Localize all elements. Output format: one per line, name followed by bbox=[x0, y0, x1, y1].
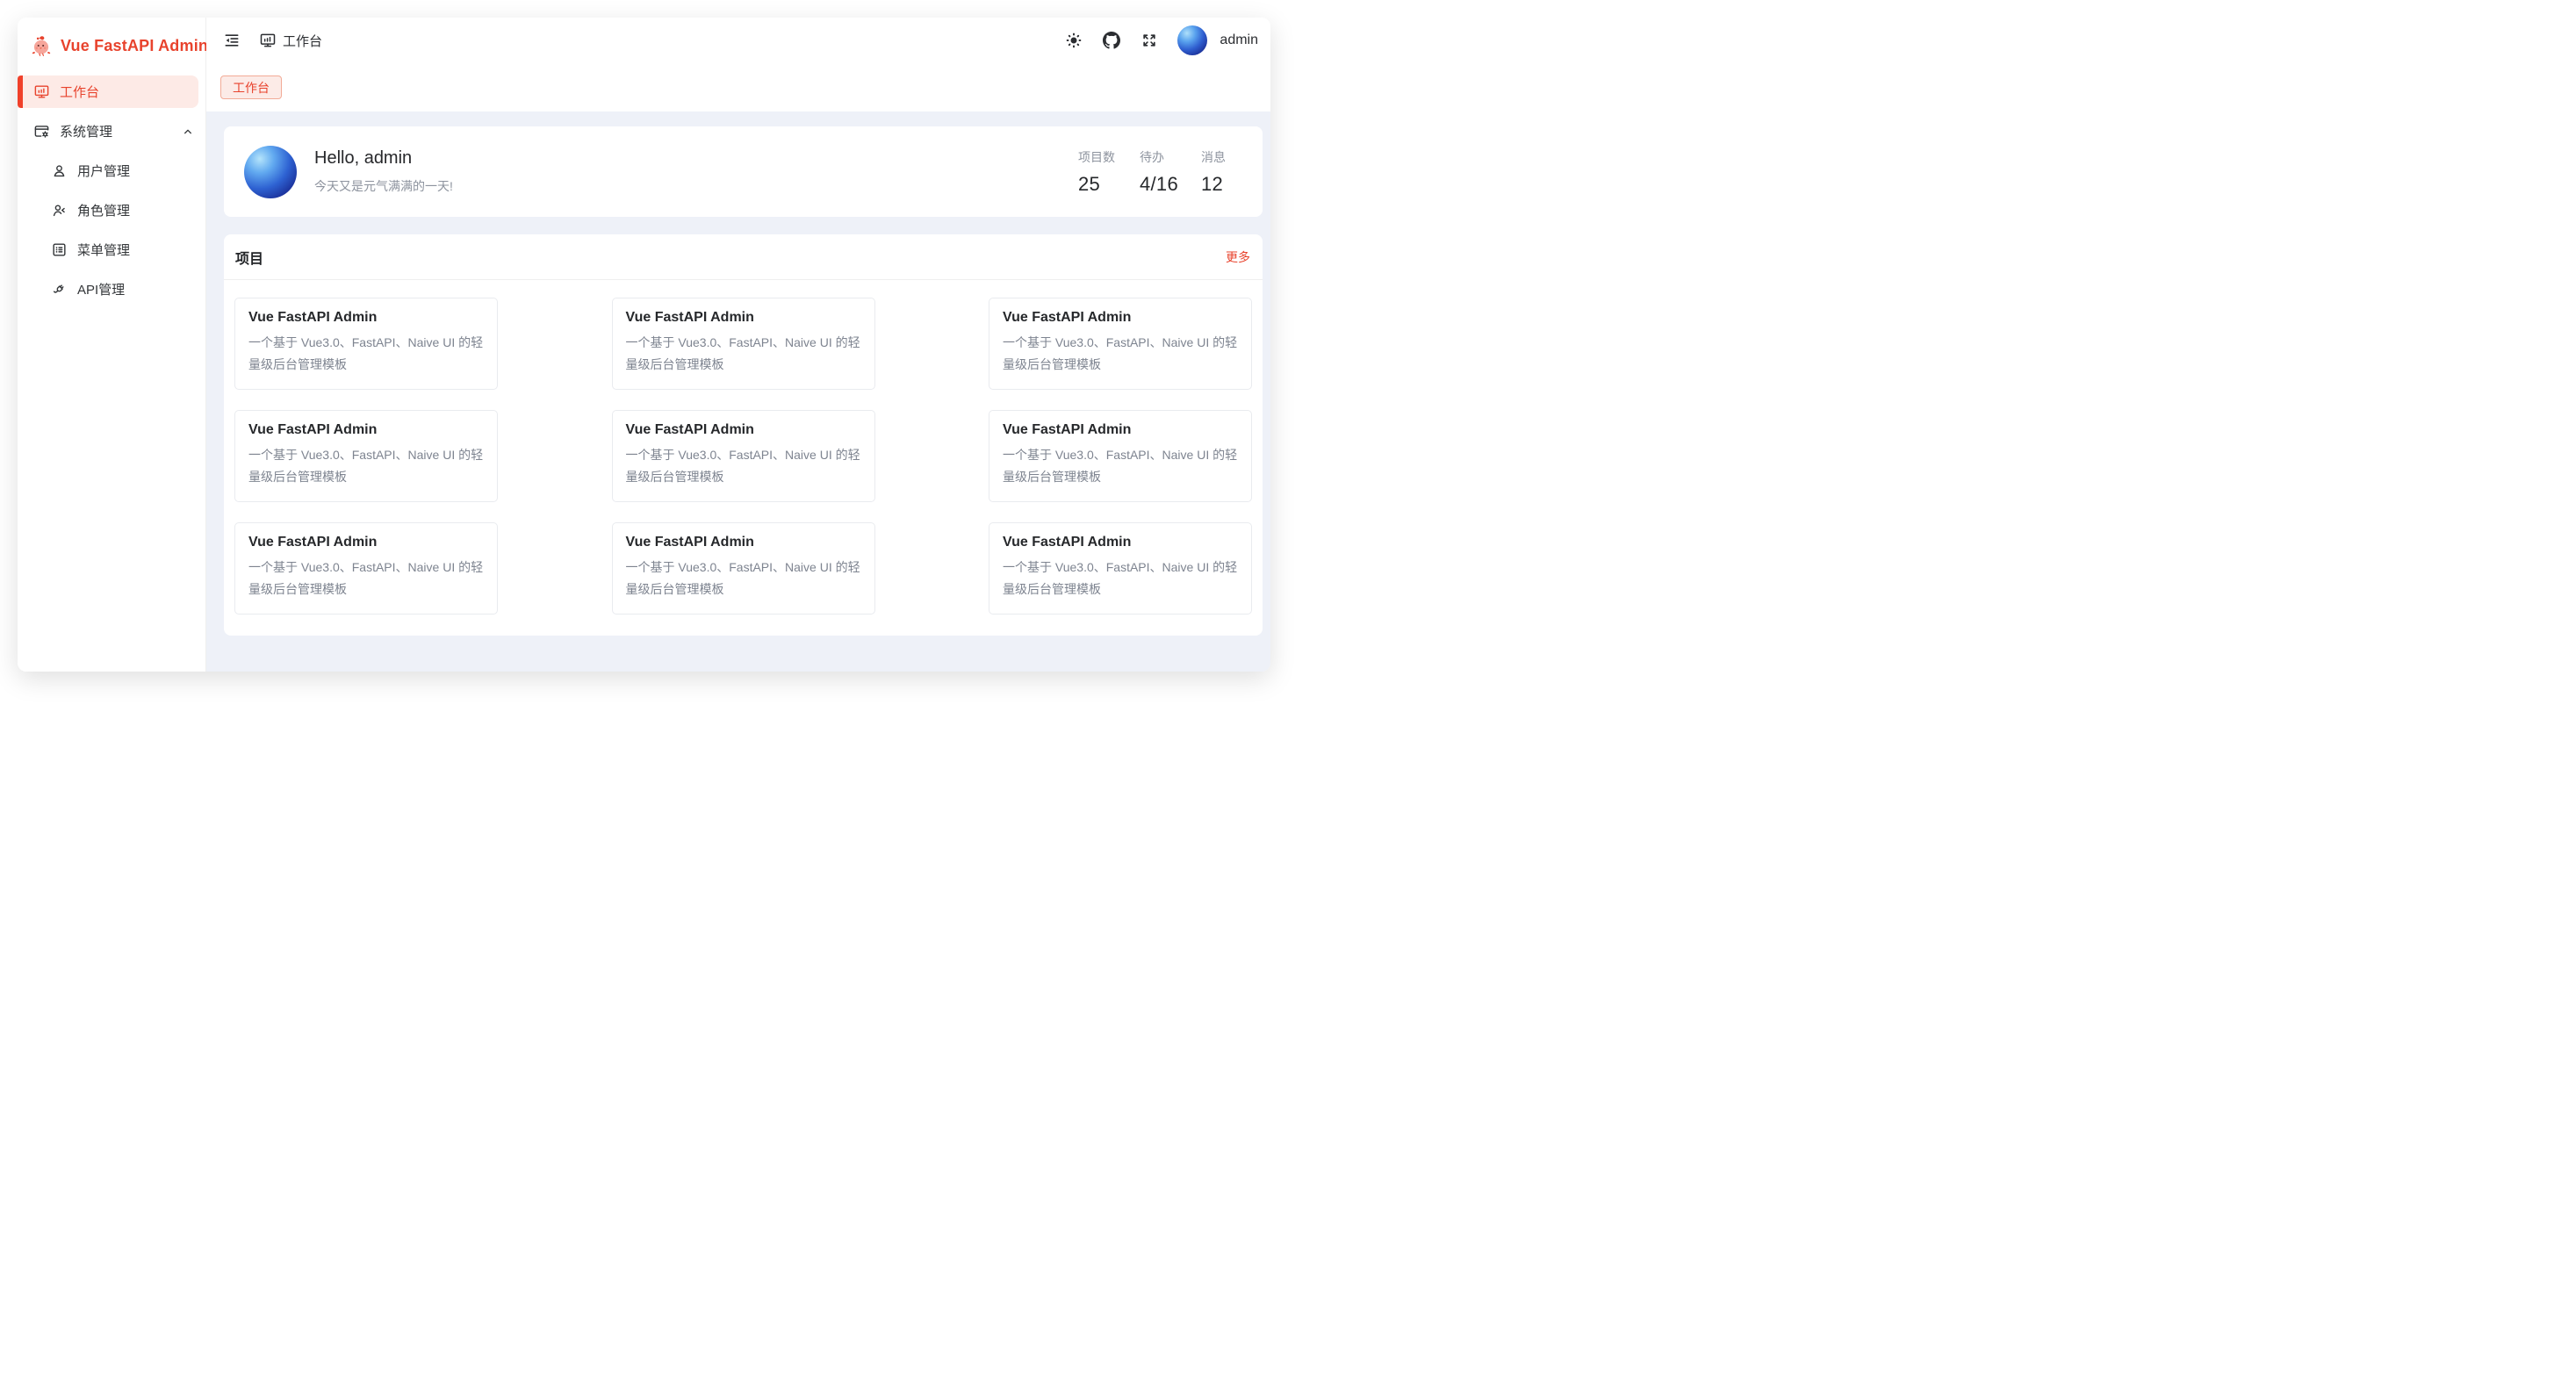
stat-messages: 消息 12 bbox=[1201, 148, 1240, 196]
topbar: 工作台 bbox=[206, 18, 1270, 63]
project-description: 一个基于 Vue3.0、FastAPI、Naive UI 的轻量级后台管理模板 bbox=[248, 444, 484, 488]
tab-workbench[interactable]: 工作台 bbox=[220, 75, 282, 99]
sidebar-item-label: 角色管理 bbox=[77, 201, 195, 219]
sidebar-item-workbench[interactable]: 工作台 bbox=[18, 75, 198, 108]
workbench-icon bbox=[259, 32, 277, 49]
sidebar-item-label: 工作台 bbox=[60, 83, 188, 101]
stat-todo: 待办 4/16 bbox=[1140, 148, 1178, 196]
chevron-up-icon bbox=[181, 125, 195, 139]
project-description: 一个基于 Vue3.0、FastAPI、Naive UI 的轻量级后台管理模板 bbox=[248, 557, 484, 600]
fullscreen-icon[interactable] bbox=[1140, 31, 1159, 50]
stat-label: 待办 bbox=[1140, 148, 1178, 166]
system-settings-icon bbox=[32, 123, 50, 140]
sidebar-item-label: 菜单管理 bbox=[77, 241, 195, 259]
project-description: 一个基于 Vue3.0、FastAPI、Naive UI 的轻量级后台管理模板 bbox=[1003, 444, 1238, 488]
stat-value: 12 bbox=[1201, 173, 1240, 196]
project-card[interactable]: Vue FastAPI Admin 一个基于 Vue3.0、FastAPI、Na… bbox=[234, 522, 498, 615]
stat-label: 项目数 bbox=[1078, 148, 1117, 166]
app-window: Vue FastAPI Admin 工作台 bbox=[18, 18, 1270, 672]
sidebar-item-user-management[interactable]: 用户管理 bbox=[18, 155, 205, 187]
api-plug-icon bbox=[50, 281, 68, 298]
project-card[interactable]: Vue FastAPI Admin 一个基于 Vue3.0、FastAPI、Na… bbox=[612, 522, 875, 615]
project-description: 一个基于 Vue3.0、FastAPI、Naive UI 的轻量级后台管理模板 bbox=[1003, 557, 1238, 600]
project-title: Vue FastAPI Admin bbox=[626, 535, 861, 550]
user-icon bbox=[50, 162, 68, 180]
stat-label: 消息 bbox=[1201, 148, 1240, 166]
project-description: 一个基于 Vue3.0、FastAPI、Naive UI 的轻量级后台管理模板 bbox=[626, 332, 861, 376]
project-description: 一个基于 Vue3.0、FastAPI、Naive UI 的轻量级后台管理模板 bbox=[248, 332, 484, 376]
project-card[interactable]: Vue FastAPI Admin 一个基于 Vue3.0、FastAPI、Na… bbox=[234, 298, 498, 390]
user-avatar bbox=[244, 146, 297, 198]
project-description: 一个基于 Vue3.0、FastAPI、Naive UI 的轻量级后台管理模板 bbox=[626, 444, 861, 488]
project-card[interactable]: Vue FastAPI Admin 一个基于 Vue3.0、FastAPI、Na… bbox=[989, 522, 1252, 615]
projects-panel: 项目 更多 Vue FastAPI Admin 一个基于 Vue3.0、Fast… bbox=[224, 234, 1263, 636]
username[interactable]: admin bbox=[1220, 32, 1258, 48]
greeting-message: 今天又是元气满满的一天! bbox=[314, 177, 453, 195]
sidebar: Vue FastAPI Admin 工作台 bbox=[18, 18, 206, 672]
projects-title: 项目 bbox=[235, 247, 263, 268]
stat-projects: 项目数 25 bbox=[1078, 148, 1117, 196]
project-card[interactable]: Vue FastAPI Admin 一个基于 Vue3.0、FastAPI、Na… bbox=[989, 298, 1252, 390]
avatar[interactable] bbox=[1177, 25, 1207, 55]
project-description: 一个基于 Vue3.0、FastAPI、Naive UI 的轻量级后台管理模板 bbox=[626, 557, 861, 600]
theme-sun-icon[interactable] bbox=[1064, 31, 1083, 50]
more-link[interactable]: 更多 bbox=[1226, 248, 1250, 266]
project-card[interactable]: Vue FastAPI Admin 一个基于 Vue3.0、FastAPI、Na… bbox=[612, 410, 875, 502]
role-icon bbox=[50, 202, 68, 219]
sidebar-item-label: 用户管理 bbox=[77, 162, 195, 180]
breadcrumb-label: 工作台 bbox=[283, 32, 322, 50]
projects-header: 项目 更多 bbox=[224, 234, 1263, 280]
project-title: Vue FastAPI Admin bbox=[248, 310, 484, 326]
greeting: Hello, admin bbox=[314, 148, 453, 169]
logo-chicken-icon bbox=[30, 34, 53, 57]
logo[interactable]: Vue FastAPI Admin bbox=[18, 18, 205, 74]
stat-value: 4/16 bbox=[1140, 173, 1178, 196]
menu-list-icon bbox=[50, 241, 68, 259]
project-card[interactable]: Vue FastAPI Admin 一个基于 Vue3.0、FastAPI、Na… bbox=[612, 298, 875, 390]
topbar-actions: admin bbox=[1064, 25, 1258, 55]
projects-grid: Vue FastAPI Admin 一个基于 Vue3.0、FastAPI、Na… bbox=[224, 280, 1263, 636]
welcome-card: Hello, admin 今天又是元气满满的一天! 项目数 25 待办 4/16… bbox=[224, 126, 1263, 217]
project-title: Vue FastAPI Admin bbox=[1003, 535, 1238, 550]
project-description: 一个基于 Vue3.0、FastAPI、Naive UI 的轻量级后台管理模板 bbox=[1003, 332, 1238, 376]
app-title: Vue FastAPI Admin bbox=[61, 37, 208, 55]
welcome-text: Hello, admin 今天又是元气满满的一天! bbox=[314, 148, 453, 195]
sidebar-item-label: API管理 bbox=[77, 280, 195, 298]
breadcrumb[interactable]: 工作台 bbox=[259, 32, 322, 50]
project-title: Vue FastAPI Admin bbox=[248, 535, 484, 550]
project-title: Vue FastAPI Admin bbox=[248, 422, 484, 438]
project-title: Vue FastAPI Admin bbox=[1003, 422, 1238, 438]
project-card[interactable]: Vue FastAPI Admin 一个基于 Vue3.0、FastAPI、Na… bbox=[989, 410, 1252, 502]
stat-value: 25 bbox=[1078, 173, 1117, 196]
stats: 项目数 25 待办 4/16 消息 12 bbox=[1078, 148, 1240, 196]
content: Hello, admin 今天又是元气满满的一天! 项目数 25 待办 4/16… bbox=[206, 111, 1270, 672]
collapse-sidebar-icon[interactable] bbox=[222, 31, 241, 50]
main-area: 工作台 bbox=[206, 18, 1270, 672]
project-title: Vue FastAPI Admin bbox=[1003, 310, 1238, 326]
sidebar-menu: 工作台 系统管理 bbox=[18, 74, 205, 314]
sidebar-item-system[interactable]: 系统管理 bbox=[18, 115, 205, 147]
project-title: Vue FastAPI Admin bbox=[626, 310, 861, 326]
sidebar-item-label: 系统管理 bbox=[60, 122, 171, 140]
github-icon[interactable] bbox=[1102, 31, 1121, 50]
sidebar-item-menu-management[interactable]: 菜单管理 bbox=[18, 234, 205, 266]
workbench-icon bbox=[32, 83, 50, 101]
project-card[interactable]: Vue FastAPI Admin 一个基于 Vue3.0、FastAPI、Na… bbox=[234, 410, 498, 502]
sidebar-item-role-management[interactable]: 角色管理 bbox=[18, 194, 205, 226]
tabbar: 工作台 bbox=[206, 63, 1270, 111]
project-title: Vue FastAPI Admin bbox=[626, 422, 861, 438]
sidebar-item-api-management[interactable]: API管理 bbox=[18, 273, 205, 305]
